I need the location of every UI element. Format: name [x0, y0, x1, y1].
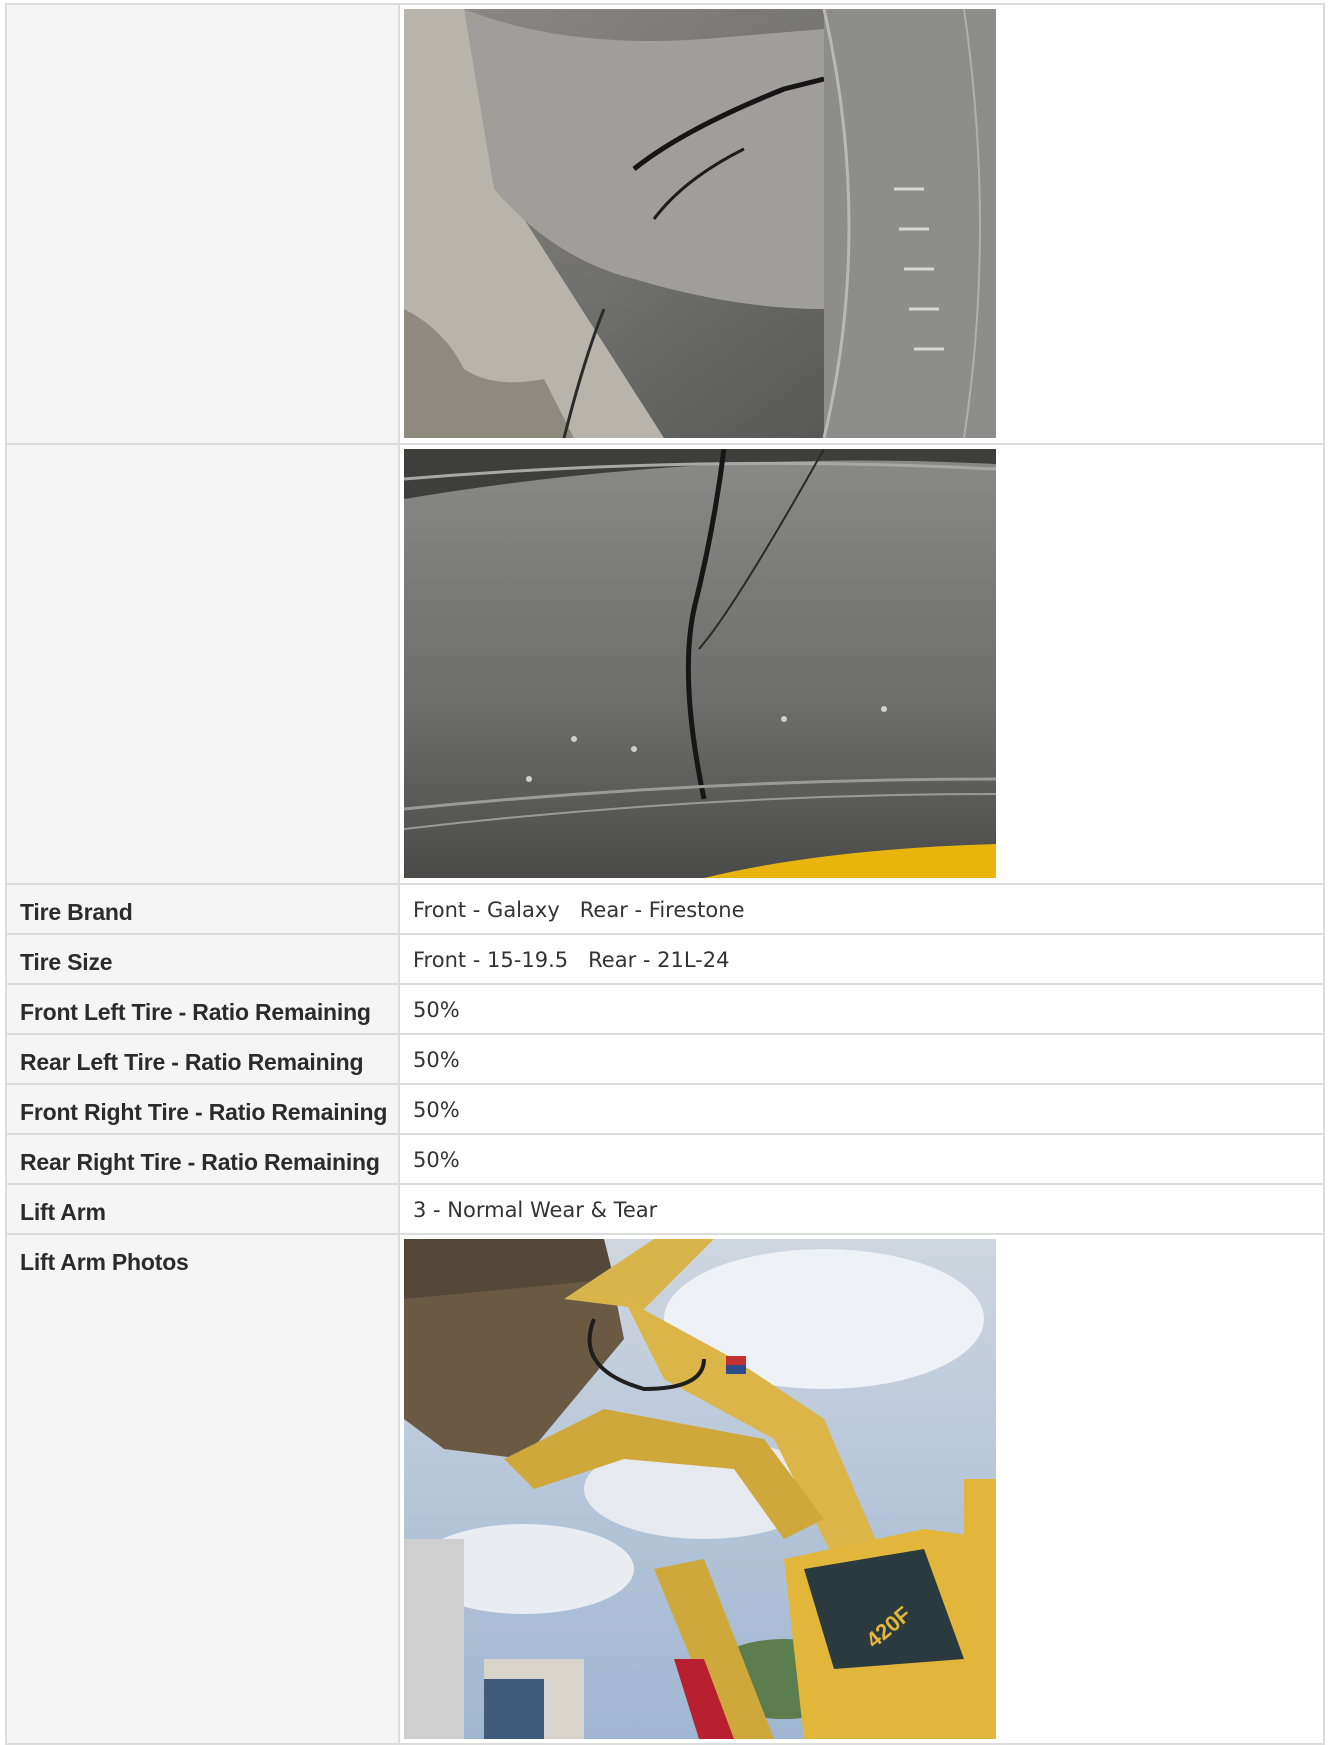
tire-photo-row	[5, 443, 1325, 885]
row-label: Front Left Tire - Ratio Remaining	[5, 983, 400, 1035]
table-row: Rear Right Tire - Ratio Remaining 50%	[5, 1133, 1325, 1185]
row-value: 50%	[398, 1133, 1325, 1185]
row-value: 50%	[398, 1033, 1325, 1085]
row-label: Rear Left Tire - Ratio Remaining	[5, 1033, 400, 1085]
row-label: Lift Arm Photos	[5, 1233, 400, 1745]
table-row: Front Left Tire - Ratio Remaining 50%	[5, 983, 1325, 1035]
empty-label-cell	[5, 3, 400, 445]
row-label: Rear Right Tire - Ratio Remaining	[5, 1133, 400, 1185]
tire-photo-cell	[398, 443, 1325, 885]
tire-photo-cell	[398, 3, 1325, 445]
row-value: Front - Galaxy Rear - Firestone	[398, 883, 1325, 935]
row-value: 50%	[398, 983, 1325, 1035]
tire-photo-row	[5, 3, 1325, 445]
table-row: Front Right Tire - Ratio Remaining 50%	[5, 1083, 1325, 1135]
inspection-table: Tire Brand Front - Galaxy Rear - Firesto…	[5, 3, 1325, 1745]
table-row: Tire Brand Front - Galaxy Rear - Firesto…	[5, 883, 1325, 935]
table-row: Tire Size Front - 15-19.5 Rear - 21L-24	[5, 933, 1325, 985]
row-label: Tire Brand	[5, 883, 400, 935]
empty-label-cell	[5, 443, 400, 885]
table-row: Rear Left Tire - Ratio Remaining 50%	[5, 1033, 1325, 1085]
tire-tread-crack-photo[interactable]	[404, 449, 996, 878]
row-value: 50%	[398, 1083, 1325, 1135]
lift-arm-photo-cell: 420F	[398, 1233, 1325, 1745]
row-value: 3 - Normal Wear & Tear	[398, 1183, 1325, 1235]
lift-arm-photos-row: Lift Arm Photos 420F	[5, 1233, 1325, 1745]
row-label: Front Right Tire - Ratio Remaining	[5, 1083, 400, 1135]
row-label: Tire Size	[5, 933, 400, 985]
row-value: Front - 15-19.5 Rear - 21L-24	[398, 933, 1325, 985]
row-label: Lift Arm	[5, 1183, 400, 1235]
tire-sidewall-crack-photo[interactable]	[404, 9, 996, 438]
table-row: Lift Arm 3 - Normal Wear & Tear	[5, 1183, 1325, 1235]
lift-arm-photo[interactable]: 420F	[404, 1239, 996, 1739]
